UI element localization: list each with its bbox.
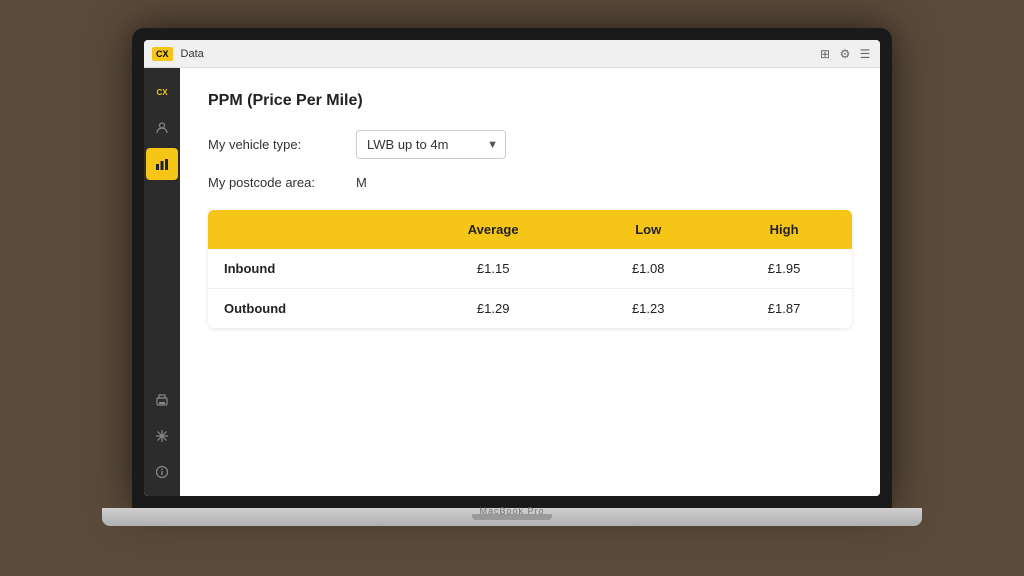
cx-logo-icon: CX xyxy=(156,88,167,97)
main-content: PPM (Price Per Mile) My vehicle type: LW… xyxy=(180,68,880,496)
screen: CX Data ⊞ ⚙ ☰ CX xyxy=(144,40,880,496)
sidebar-item-cx[interactable]: CX xyxy=(146,76,178,108)
table-row: Inbound £1.15 £1.08 £1.95 xyxy=(208,249,852,289)
vehicle-type-row: My vehicle type: LWB up to 4m ▼ xyxy=(208,130,852,159)
postcode-label: My postcode area: xyxy=(208,175,348,190)
table-cell-low: £1.23 xyxy=(580,289,716,329)
ppm-table: Average Low High Inbound £1.15 £1.08 £1.… xyxy=(208,210,852,328)
table-header-label xyxy=(208,210,406,249)
grid-icon[interactable]: ⊞ xyxy=(818,47,832,61)
snowflake-icon xyxy=(155,429,169,443)
sidebar: CX xyxy=(144,68,180,496)
sidebar-item-info[interactable] xyxy=(146,456,178,488)
app-logo: CX xyxy=(152,47,173,61)
chart-bar-icon xyxy=(155,157,169,171)
title-bar-icons: ⊞ ⚙ ☰ xyxy=(818,47,872,61)
settings-icon[interactable]: ☰ xyxy=(858,47,872,61)
table-header-high: High xyxy=(716,210,852,249)
laptop-wrapper: CX Data ⊞ ⚙ ☰ CX xyxy=(102,28,922,548)
table-cell-high: £1.95 xyxy=(716,249,852,289)
table-header-low: Low xyxy=(580,210,716,249)
screen-bezel: CX Data ⊞ ⚙ ☰ CX xyxy=(132,28,892,508)
gear-icon[interactable]: ⚙ xyxy=(838,47,852,61)
table-cell-low: £1.08 xyxy=(580,249,716,289)
title-bar-text: Data xyxy=(181,48,810,60)
table-cell-high: £1.87 xyxy=(716,289,852,329)
vehicle-type-select-wrapper: LWB up to 4m ▼ xyxy=(356,130,506,159)
vehicle-type-label: My vehicle type: xyxy=(208,137,348,152)
page-title: PPM (Price Per Mile) xyxy=(208,92,852,110)
sidebar-item-snowflake[interactable] xyxy=(146,420,178,452)
print-icon xyxy=(155,393,169,407)
app-body: CX xyxy=(144,68,880,496)
sidebar-item-person[interactable] xyxy=(146,112,178,144)
postcode-row: My postcode area: M xyxy=(208,175,852,190)
table-header-row: Average Low High xyxy=(208,210,852,249)
person-icon xyxy=(155,121,169,135)
postcode-value: M xyxy=(356,175,367,190)
table-cell-average: £1.15 xyxy=(406,249,580,289)
vehicle-type-select[interactable]: LWB up to 4m xyxy=(356,130,506,159)
table-header-average: Average xyxy=(406,210,580,249)
sidebar-item-chart[interactable] xyxy=(146,148,178,180)
sidebar-item-print[interactable] xyxy=(146,384,178,416)
table-row: Outbound £1.29 £1.23 £1.87 xyxy=(208,289,852,329)
sidebar-bottom xyxy=(146,384,178,488)
table-cell-label: Inbound xyxy=(208,249,406,289)
table-cell-average: £1.29 xyxy=(406,289,580,329)
title-bar: CX Data ⊞ ⚙ ☰ xyxy=(144,40,880,68)
info-icon xyxy=(155,465,169,479)
table-cell-label: Outbound xyxy=(208,289,406,329)
macbook-label: MacBook Pro xyxy=(479,506,544,516)
